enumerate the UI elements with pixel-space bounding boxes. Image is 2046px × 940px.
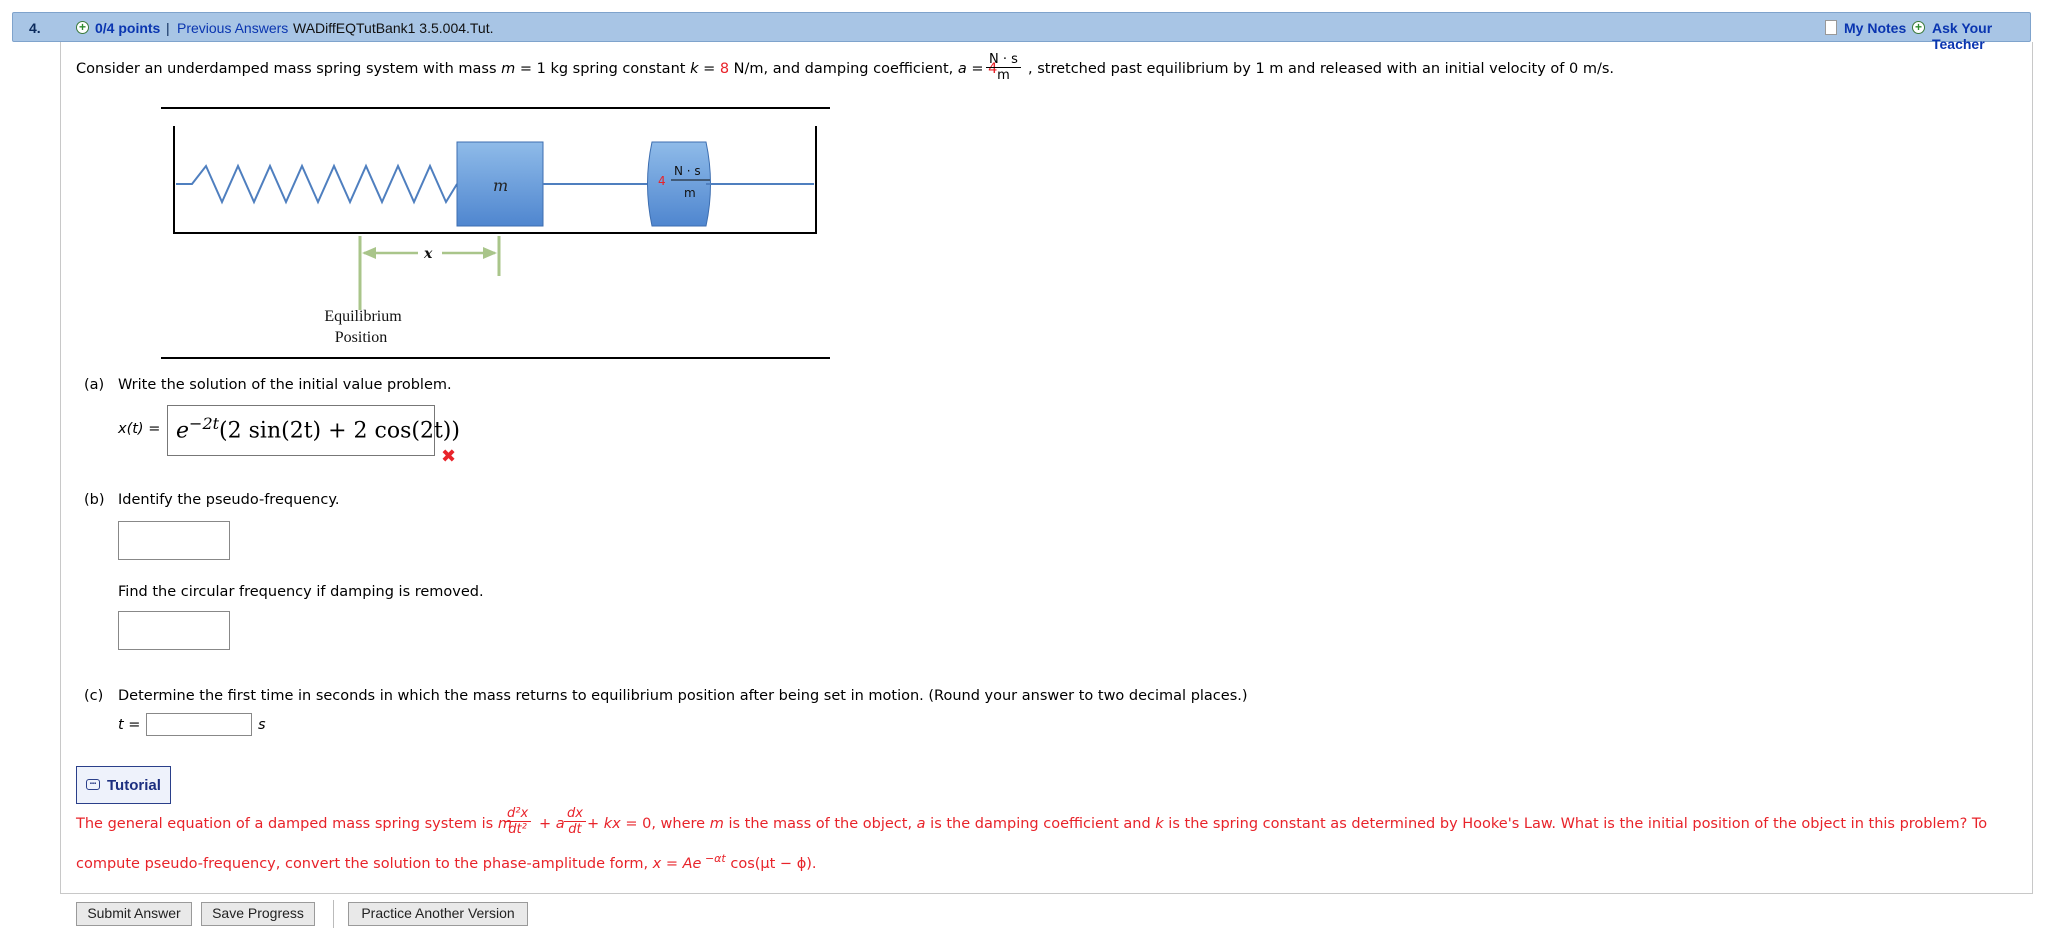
part-a-answer-expression: e−2t(2 sin(2t) + 2 cos(2t)): [176, 414, 460, 444]
equilibrium-label-1: Equilibrium: [324, 308, 402, 325]
damper: [647, 141, 711, 227]
hint-text-line1a: The general equation of a damped mass sp…: [76, 816, 512, 832]
hint-text-line1b: + kx = 0, where m is the mass of the obj…: [587, 816, 1988, 832]
pseudo-frequency-input[interactable]: [118, 521, 230, 560]
part-b-prompt-2: Find the circular frequency if damping i…: [118, 584, 484, 600]
damper-coefficient: 4: [658, 174, 666, 188]
question-header: 4. + 0/4 points | Previous Answers WADif…: [12, 12, 2031, 52]
part-c-label: (c): [84, 688, 104, 704]
spring: [176, 163, 458, 205]
add-icon[interactable]: +: [1912, 21, 1925, 34]
problem-statement-end: , stretched past equilibrium by 1 m and …: [1028, 61, 1615, 77]
incorrect-icon: ✖: [441, 446, 457, 467]
mass-label: m: [493, 176, 508, 195]
hint-text-line2: compute pseudo-frequency, convert the so…: [76, 852, 817, 872]
part-a-label: (a): [84, 377, 105, 393]
x-arrowhead-left: [362, 247, 376, 259]
damping-unit-fraction: N · s m: [986, 52, 1021, 83]
question-number: 4.: [29, 20, 41, 36]
notes-icon[interactable]: [1825, 20, 1837, 35]
chat-icon: ▪▪▪: [86, 779, 100, 790]
header-separator: |: [166, 20, 170, 36]
part-a-prompt: Write the solution of the initial value …: [118, 377, 452, 393]
button-divider: [333, 900, 334, 928]
part-c-prompt: Determine the first time in seconds in w…: [118, 688, 1248, 704]
damper-unit-num: N · s: [674, 164, 701, 178]
part-c-lhs: t =: [118, 717, 141, 733]
save-progress-button[interactable]: Save Progress: [201, 902, 315, 926]
hint-second-derivative: d²x dt²: [504, 806, 532, 837]
x-arrowhead-right: [483, 247, 497, 259]
x-label: x: [423, 246, 433, 262]
hint-text-plus: + a: [539, 816, 565, 832]
circular-frequency-input[interactable]: [118, 611, 230, 650]
part-a-lhs: x(t) =: [118, 421, 161, 437]
submit-answer-button[interactable]: Submit Answer: [76, 902, 192, 926]
equilibrium-label-2: Position: [335, 329, 387, 346]
question-code: WADiffEQTutBank1 3.5.004.Tut.: [293, 20, 494, 36]
points-link[interactable]: 0/4 points: [95, 20, 160, 36]
hint-first-derivative: dx dt: [564, 806, 586, 837]
expand-icon[interactable]: +: [76, 21, 89, 34]
tutorial-button[interactable]: ▪▪▪ Tutorial: [76, 766, 171, 804]
part-b-label: (b): [84, 492, 105, 508]
part-c-unit: s: [258, 717, 266, 733]
part-a-answer-field[interactable]: e−2t(2 sin(2t) + 2 cos(2t)): [167, 405, 460, 456]
my-notes-link[interactable]: My Notes: [1844, 20, 1906, 36]
previous-answers-link[interactable]: Previous Answers: [177, 20, 288, 36]
practice-another-version-button[interactable]: Practice Another Version: [348, 902, 528, 926]
part-b-prompt: Identify the pseudo-frequency.: [118, 492, 340, 508]
mass-spring-diagram: m N · s m 4 x Equilibrium Position: [161, 107, 830, 359]
problem-statement: Consider an underdamped mass spring syst…: [76, 61, 998, 77]
return-time-input[interactable]: [146, 713, 252, 736]
tutorial-label: Tutorial: [107, 777, 161, 794]
damper-unit-den: m: [684, 186, 696, 200]
